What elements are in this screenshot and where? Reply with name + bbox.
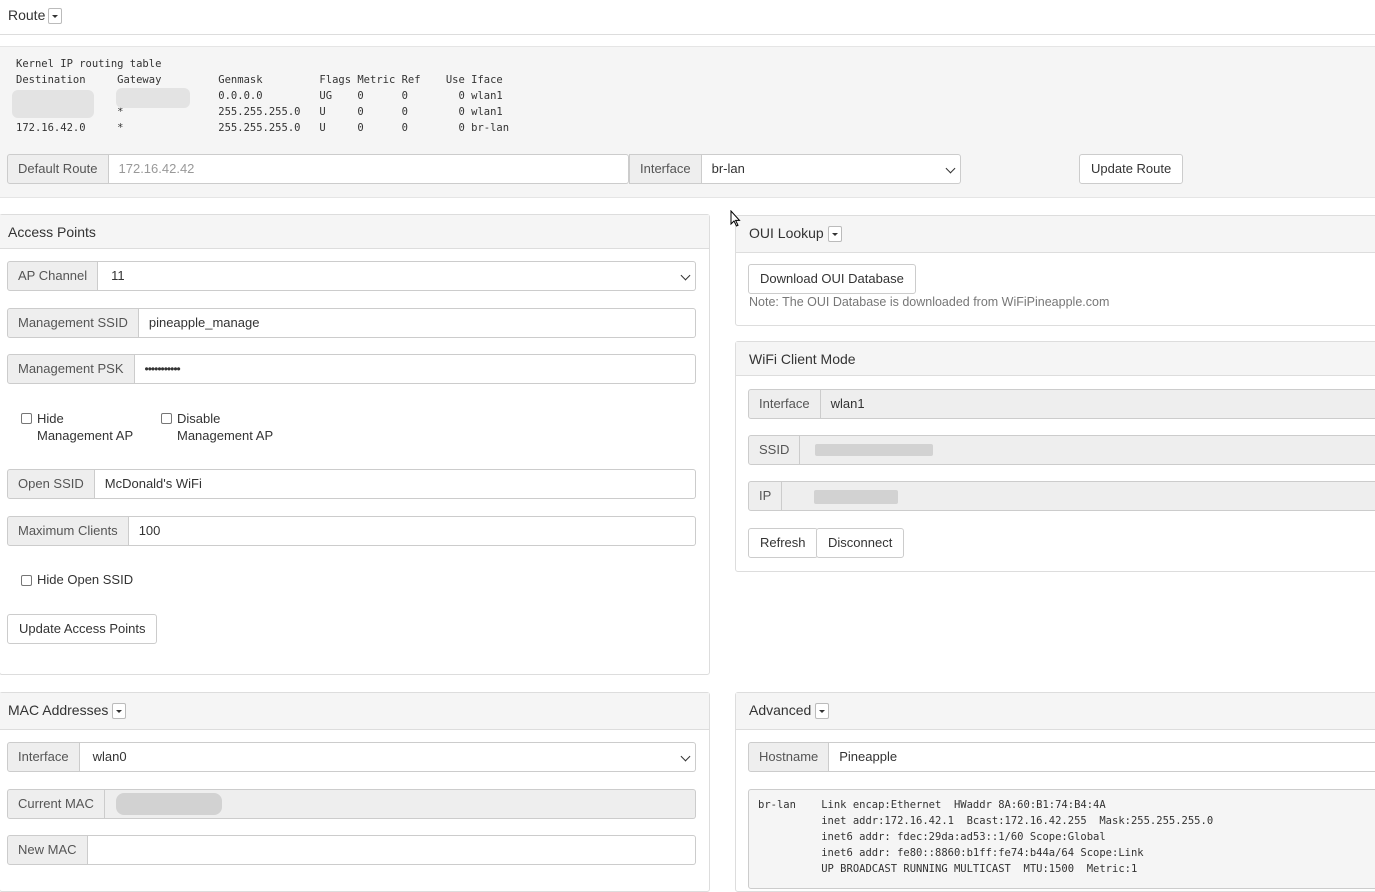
disable-mgmt-ap-label-line2: Management AP — [177, 428, 274, 443]
disconnect-button[interactable]: Disconnect — [816, 528, 905, 558]
open-ssid-group: Open SSID McDonald's WiFi — [7, 469, 696, 499]
chevron-down-icon — [945, 163, 956, 174]
hide-mgmt-ap-label-line1: Hide — [37, 411, 64, 426]
hostname-label: Hostname — [748, 742, 830, 772]
disable-mgmt-ap-checkbox[interactable] — [161, 413, 172, 424]
mac-interface-group: Interface wlan0 — [7, 742, 696, 772]
route-interface-select[interactable]: br-lan — [701, 154, 961, 184]
advanced-collapse-toggle[interactable] — [815, 703, 830, 720]
ap-channel-label: AP Channel — [7, 261, 99, 291]
advanced-header: Advanced — [736, 693, 1375, 730]
oui-lookup-title: OUI Lookup — [749, 225, 824, 241]
mgmt-ssid-label: Management SSID — [7, 308, 139, 338]
max-clients-label: Maximum Clients — [7, 516, 129, 546]
redacted-ssid — [815, 444, 933, 456]
access-points-header: Access Points — [0, 215, 709, 249]
cursor-icon — [730, 210, 741, 227]
ap-channel-group: AP Channel 11 — [7, 261, 696, 291]
max-clients-group: Maximum Clients 100 — [7, 516, 696, 546]
wifi-client-title: WiFi Client Mode — [749, 351, 856, 367]
open-ssid-input[interactable]: McDonald's WiFi — [94, 469, 696, 499]
max-clients-input[interactable]: 100 — [128, 516, 696, 546]
mgmt-ssid-input[interactable]: pineapple_manage — [138, 308, 696, 338]
mgmt-psk-group: Management PSK ••••••••••• — [7, 354, 696, 384]
oui-lookup-header: OUI Lookup — [736, 216, 1375, 253]
access-points-title: Access Points — [8, 224, 96, 240]
default-route-group: Default Route 172.16.42.42 — [7, 154, 629, 184]
route-interface-value: br-lan — [711, 161, 745, 176]
mgmt-psk-label: Management PSK — [7, 354, 135, 384]
hostname-input[interactable]: Pineapple — [829, 742, 1375, 772]
current-mac-group: Current MAC — [7, 789, 696, 819]
current-mac-label: Current MAC — [7, 789, 105, 819]
disable-mgmt-ap-label-line1: Disable — [177, 411, 221, 426]
route-header: Route — [0, 0, 1375, 35]
disable-mgmt-ap-label: Disable Management AP — [177, 410, 273, 444]
wifi-interface-field: wlan1 — [820, 389, 1375, 419]
open-ssid-label: Open SSID — [7, 469, 95, 499]
chevron-down-icon — [680, 270, 691, 281]
ifconfig-output: br-lan Link encap:Ethernet HWaddr 8A:60:… — [758, 799, 1214, 875]
download-oui-button[interactable]: Download OUI Database — [748, 264, 916, 294]
wifi-interface-label: Interface — [748, 389, 821, 419]
route-collapse-toggle[interactable] — [48, 7, 62, 24]
oui-lookup-collapse-toggle[interactable] — [827, 226, 842, 243]
new-mac-label: New MAC — [7, 835, 88, 865]
update-access-points-button[interactable]: Update Access Points — [7, 614, 158, 644]
chevron-down-icon — [680, 751, 691, 762]
mac-interface-select[interactable]: wlan0 — [79, 742, 696, 772]
mac-interface-value: wlan0 — [92, 749, 127, 764]
ifconfig-output-box: br-lan Link encap:Ethernet HWaddr 8A:60:… — [748, 789, 1375, 889]
ap-channel-select[interactable]: 11 — [98, 261, 696, 291]
redacted-gateway — [116, 88, 190, 108]
route-interface-label: Interface — [629, 154, 702, 184]
hide-mgmt-ap-label-line2: Management AP — [37, 428, 134, 443]
wifi-ip-label: IP — [748, 481, 783, 511]
hide-open-ssid-checkbox[interactable] — [21, 575, 32, 586]
wifi-client-header: WiFi Client Mode — [736, 342, 1375, 376]
ap-channel-value: 11 — [111, 268, 125, 283]
redacted-ip — [814, 490, 898, 504]
update-route-button[interactable]: Update Route — [1079, 154, 1184, 184]
default-route-label: Default Route — [7, 154, 109, 184]
mgmt-ssid-group: Management SSID pineapple_manage — [7, 308, 696, 338]
redacted-current-mac — [116, 793, 222, 815]
mac-addresses-title: MAC Addresses — [8, 702, 109, 718]
route-title: Route — [8, 7, 46, 23]
wifi-ssid-label: SSID — [748, 435, 801, 465]
hostname-group: Hostname Pineapple — [748, 742, 1375, 772]
oui-note: Note: The OUI Database is downloaded fro… — [749, 295, 1110, 309]
advanced-title: Advanced — [749, 702, 812, 718]
new-mac-group: New MAC — [7, 835, 696, 865]
hide-mgmt-ap-label: Hide Management AP — [37, 410, 133, 444]
wifi-interface-group: Interface wlan1 — [748, 389, 1375, 419]
refresh-button[interactable]: Refresh — [748, 528, 818, 558]
mac-addresses-collapse-toggle[interactable] — [112, 703, 127, 720]
hide-open-ssid-label: Hide Open SSID — [37, 572, 134, 587]
default-route-input[interactable]: 172.16.42.42 — [108, 154, 629, 184]
route-interface-group: Interface br-lan — [629, 154, 961, 184]
hide-mgmt-ap-checkbox[interactable] — [21, 413, 32, 424]
mgmt-psk-input[interactable]: ••••••••••• — [134, 354, 696, 384]
redacted-destination — [12, 90, 94, 118]
new-mac-input[interactable] — [87, 835, 696, 865]
mac-interface-label: Interface — [7, 742, 80, 772]
mac-addresses-header: MAC Addresses — [0, 693, 709, 730]
